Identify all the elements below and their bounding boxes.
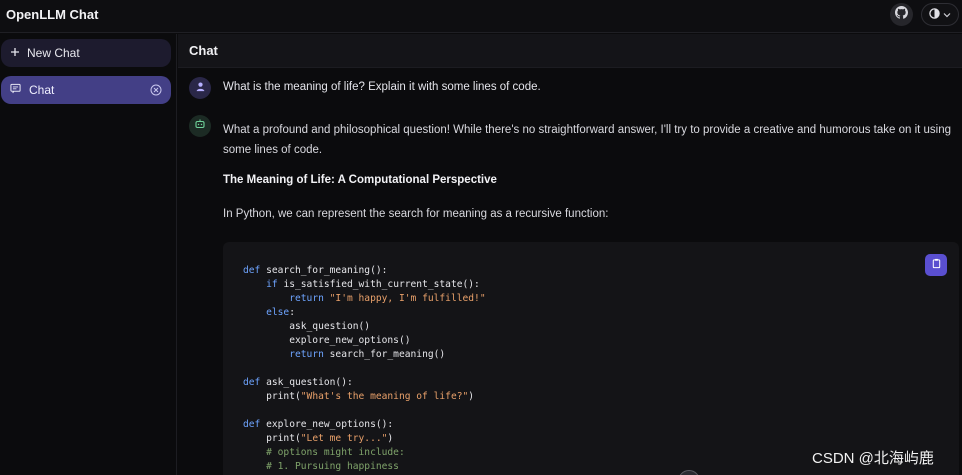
watermark: CSDN @北海屿鹿 xyxy=(812,450,934,467)
top-bar: OpenLLM Chat xyxy=(0,0,962,33)
new-chat-button[interactable]: New Chat xyxy=(1,39,171,67)
close-icon[interactable] xyxy=(150,84,162,99)
page-title: Chat xyxy=(189,43,218,58)
code-block: def search_for_meaning(): if is_satisfie… xyxy=(223,242,959,475)
copy-button[interactable] xyxy=(925,254,947,276)
sidebar-item-label: Chat xyxy=(29,83,55,97)
half-circle-icon xyxy=(929,6,940,24)
chevron-down-icon xyxy=(943,6,951,24)
user-message: What is the meaning of life? Explain it … xyxy=(223,81,541,93)
github-icon xyxy=(895,5,909,24)
user-icon xyxy=(195,79,206,97)
code-line: return "I'm happy, I'm fulfilled!" xyxy=(289,293,486,304)
bot-message-heading: The Meaning of Life: A Computational Per… xyxy=(223,174,497,186)
code-line: def ask_question(): xyxy=(243,377,353,388)
bot-message-intro: What a profound and philosophical questi… xyxy=(223,124,952,156)
new-chat-label: New Chat xyxy=(27,46,80,60)
code-line: # 1. Pursuing happiness xyxy=(243,461,399,472)
sidebar: New Chat Chat xyxy=(0,34,177,475)
message-icon xyxy=(10,83,21,97)
code-line: # options might include: xyxy=(243,447,405,458)
bot-message-lead: In Python, we can represent the search f… xyxy=(223,208,609,220)
copy-icon xyxy=(931,256,942,274)
chat-header: Chat xyxy=(178,34,962,68)
code-line: else: xyxy=(266,307,295,318)
code-line: explore_new_options() xyxy=(243,335,411,346)
bot-avatar xyxy=(189,115,211,137)
user-avatar xyxy=(189,77,211,99)
code-line: return search_for_meaning() xyxy=(289,349,446,360)
chat-panel: Chat What is the meaning of life? Explai… xyxy=(178,34,962,475)
code-line: if is_satisfied_with_current_state(): xyxy=(266,279,480,290)
plus-icon xyxy=(10,46,20,60)
robot-icon xyxy=(194,117,206,135)
code-line: print("Let me try...") xyxy=(243,433,394,444)
sidebar-item-chat[interactable]: Chat xyxy=(1,76,171,104)
app-title: OpenLLM Chat xyxy=(6,7,99,22)
code-line: print("What's the meaning of life?") xyxy=(243,391,475,402)
github-button[interactable] xyxy=(890,3,913,26)
code-line: ask_question() xyxy=(243,321,371,332)
theme-toggle-button[interactable] xyxy=(921,3,959,26)
code-content: def search_for_meaning(): if is_satisfie… xyxy=(243,264,486,474)
code-line: def explore_new_options(): xyxy=(243,419,394,430)
code-line: def search_for_meaning(): xyxy=(243,265,388,276)
